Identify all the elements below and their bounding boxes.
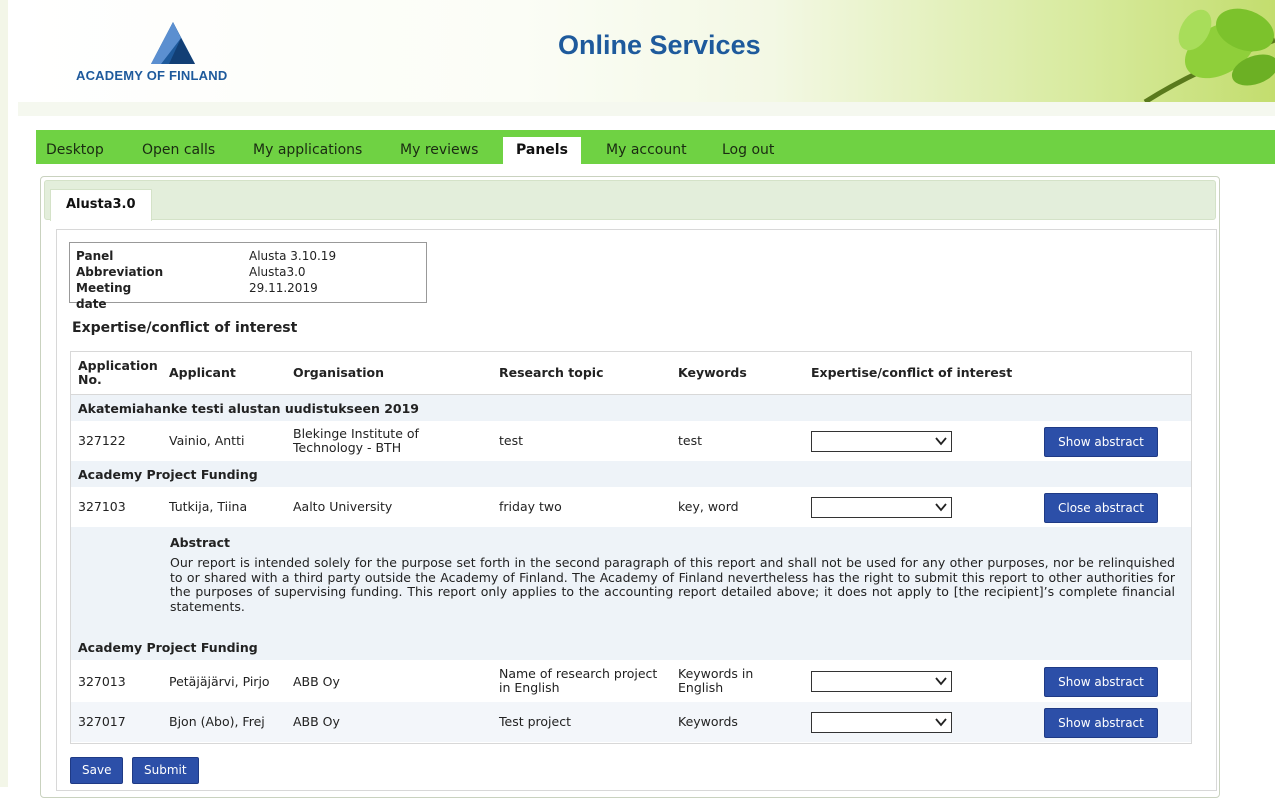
abstract-panel: Abstract Our report is intended solely f… [71,527,1191,634]
table-header: Application No. Applicant Organisation R… [71,352,1191,395]
cell-applicant: Petäjäjärvi, Pirjo [169,674,270,689]
triangle-logo-icon [151,22,195,64]
nav-my-reviews[interactable]: My reviews [400,130,478,164]
group-header: Akatemiahanke testi alustan uudistukseen… [71,395,1191,421]
cell-applicant: Bjon (Abo), Frej [169,714,265,729]
page-left-strip [0,0,8,787]
group-header: Academy Project Funding [71,634,1191,660]
cell-research-topic: Test project [499,714,571,729]
cell-organisation: ABB Oy [293,714,340,729]
panel-info-box: Panel Alusta 3.10.19 Abbreviation Alusta… [69,242,427,311]
chevron-down-icon [935,718,947,727]
chevron-down-icon [935,677,947,686]
cell-applicant: Vainio, Antti [169,433,245,448]
cell-application-no: 327122 [78,433,126,448]
info-value: Alusta3.0 [249,265,306,279]
info-label: Panel [76,249,114,263]
expertise-select[interactable] [811,497,952,518]
cell-research-topic: test [499,433,524,448]
cell-organisation: ABB Oy [293,674,340,689]
nav-desktop[interactable]: Desktop [46,130,104,164]
tab-bar: Alusta3.0 [44,180,1216,221]
col-applicant: Applicant [169,365,236,380]
show-abstract-button[interactable]: Show abstract [1044,708,1158,738]
panel-content: Panel Alusta 3.10.19 Abbreviation Alusta… [56,229,1217,791]
group-title: Academy Project Funding [78,640,258,655]
cell-keywords: key, word [678,499,739,514]
leaves-decoration-icon [1143,8,1275,102]
section-title: Expertise/conflict of interest [72,320,298,336]
cell-applicant: Tutkija, Tiina [169,499,248,514]
abstract-title: Abstract [170,535,231,550]
chevron-down-icon [935,437,947,446]
table-row: 327103 Tutkija, Tiina Aalto University f… [71,487,1191,527]
site-header: ACADEMY OF FINLAND Online Services [18,0,1275,102]
cell-organisation: Blekinge Institute of Technology - BTH [293,426,419,455]
table-row: 327017 Bjon (Abo), Frej ABB Oy Test proj… [71,702,1191,742]
expertise-select[interactable] [811,431,952,452]
nav-panels[interactable]: Panels [503,137,581,164]
group-header: Academy Project Funding [71,461,1191,487]
expertise-select[interactable] [811,671,952,692]
nav-open-calls[interactable]: Open calls [142,130,215,164]
table-row: 327013 Petäjäjärvi, Pirjo ABB Oy Name of… [71,660,1191,702]
cell-research-topic: friday two [499,499,562,514]
nav-my-account[interactable]: My account [606,130,687,164]
nav-my-applications[interactable]: My applications [253,130,362,164]
nav-log-out[interactable]: Log out [722,130,774,164]
group-title: Academy Project Funding [78,467,258,482]
expertise-select[interactable] [811,712,952,733]
group-title: Akatemiahanke testi alustan uudistukseen… [78,401,419,416]
site-title: Online Services [558,30,761,60]
cell-keywords: test [678,433,703,448]
col-application-no: Application No. [78,358,158,387]
close-abstract-button[interactable]: Close abstract [1044,493,1158,523]
table-row: 327122 Vainio, Antti Blekinge Institute … [71,421,1191,461]
col-keywords: Keywords [678,365,747,380]
chevron-down-icon [935,503,947,512]
info-label: Meeting date [76,281,132,311]
col-organisation: Organisation [293,365,384,380]
submit-button[interactable]: Submit [132,757,199,784]
cell-application-no: 327013 [78,674,126,689]
cell-organisation: Aalto University [293,499,393,514]
cell-application-no: 327017 [78,714,126,729]
cell-application-no: 327103 [78,499,126,514]
show-abstract-button[interactable]: Show abstract [1044,427,1158,457]
info-label: Abbreviation [76,265,164,279]
header-separator [18,102,1275,116]
save-button[interactable]: Save [70,757,124,784]
info-value: Alusta 3.10.19 [249,249,337,263]
applications-table: Application No. Applicant Organisation R… [70,351,1192,744]
cell-research-topic: Name of research project in English [499,666,658,695]
abstract-text: Our report is intended solely for the pu… [170,555,1175,614]
col-expertise: Expertise/conflict of interest [811,365,1013,380]
show-abstract-button[interactable]: Show abstract [1044,667,1158,697]
panel-container: Alusta3.0 Panel Alusta 3.10.19 Abbreviat… [40,176,1220,798]
tab-alusta[interactable]: Alusta3.0 [50,189,152,221]
info-value: 29.11.2019 [249,281,318,295]
cell-keywords: Keywords in English [678,666,754,695]
logo-text: ACADEMY OF FINLAND [76,68,228,83]
col-research-topic: Research topic [499,365,604,380]
cell-keywords: Keywords [678,714,738,729]
academy-logo[interactable]: ACADEMY OF FINLAND [76,22,276,92]
main-nav: Desktop Open calls My applications My re… [36,130,1275,164]
